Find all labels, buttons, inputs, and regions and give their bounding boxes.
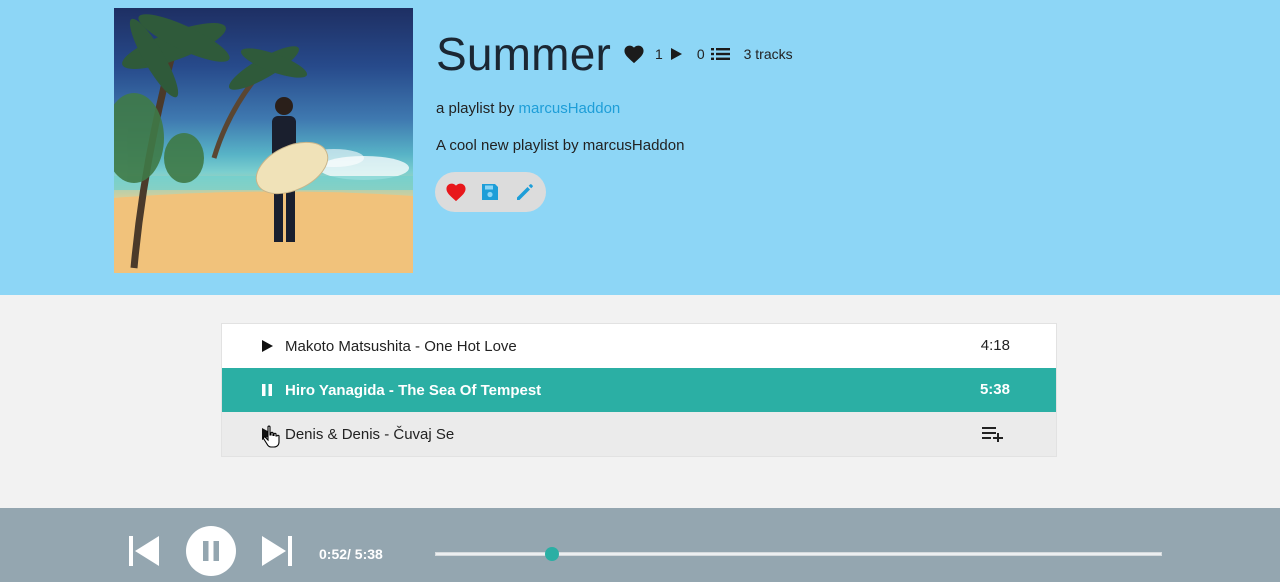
track-title: Makoto Matsushita - One Hot Love (285, 338, 517, 355)
track-title: Hiro Yanagida - The Sea Of Tempest (285, 382, 542, 399)
playback-time: 0:52/ 5:38 (319, 546, 383, 562)
playlist-add-icon (982, 427, 1003, 442)
pause-icon (203, 541, 219, 561)
next-track-button[interactable] (260, 534, 294, 568)
track-row-1[interactable]: Makoto Matsushita - One Hot Love 4:18 (222, 324, 1056, 368)
track-duration: 5:38 (979, 381, 1010, 398)
list-icon (710, 47, 730, 61)
track-row-2-playing[interactable]: Hiro Yanagida - The Sea Of Tempest 5:38 (222, 368, 1056, 412)
like-button[interactable] (442, 178, 470, 206)
progress-handle[interactable] (545, 547, 559, 561)
pause-button[interactable] (186, 526, 236, 576)
skip-previous-icon (129, 536, 159, 566)
track-list: Makoto Matsushita - One Hot Love 4:18 Hi… (221, 323, 1057, 457)
playlist-actions (435, 172, 546, 212)
track-duration: 4:18 (980, 337, 1010, 354)
player-bar: 0:52/ 5:38 (0, 508, 1280, 582)
playlist-byline: a playlist by marcusHaddon (436, 100, 620, 117)
previous-track-button[interactable] (127, 534, 161, 568)
track-count: 3 tracks (743, 46, 793, 62)
progress-slider[interactable] (435, 547, 1162, 561)
track-title: Denis & Denis - Čuvaj Se (285, 426, 455, 443)
save-button[interactable] (476, 178, 504, 206)
playlist-cover-image (114, 8, 413, 273)
owner-link[interactable]: marcusHaddon (519, 100, 621, 117)
byline-prefix: a playlist by (436, 100, 515, 117)
playlist-header: Summer 1 0 3 tracks a playlist by marcus… (0, 0, 1280, 295)
edit-icon (516, 184, 533, 200)
heart-icon (623, 44, 645, 64)
add-to-queue-button[interactable] (982, 423, 1004, 445)
track-row-3[interactable]: Denis & Denis - Čuvaj Se (222, 412, 1056, 456)
playlist-stats: 1 0 3 tracks (623, 44, 799, 64)
title-row: Summer 1 0 3 tracks (436, 28, 799, 80)
play-icon[interactable] (260, 412, 276, 456)
save-icon (482, 184, 499, 200)
playlist-description: A cool new playlist by marcusHaddon (436, 137, 685, 154)
heart-icon (446, 183, 466, 202)
pause-icon[interactable] (260, 368, 276, 412)
play-icon[interactable] (260, 324, 276, 368)
plays-count: 0 (696, 46, 705, 62)
likes-count: 1 (655, 46, 663, 62)
edit-button[interactable] (511, 178, 539, 206)
skip-next-icon (262, 536, 292, 566)
play-count-icon (669, 47, 683, 61)
playlist-title: Summer (436, 28, 612, 80)
